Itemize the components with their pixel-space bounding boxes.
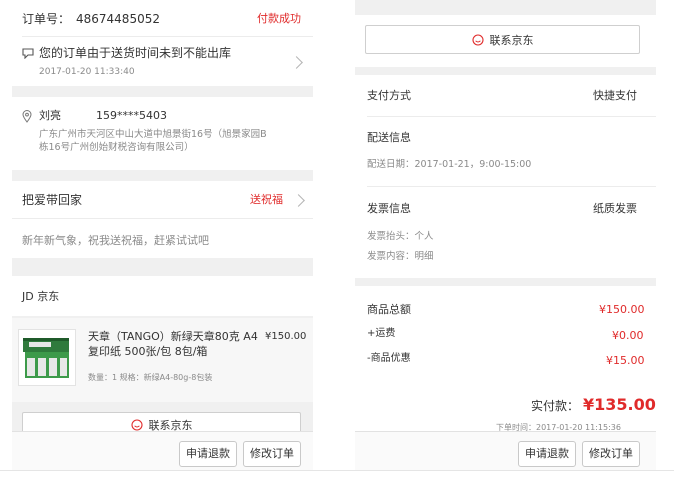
invoice-info-title: 发票信息 xyxy=(367,202,411,215)
invoice-header: 发票抬头：个人 xyxy=(367,231,434,242)
order-detail-screen-left: 订单号： 48674485052 付款成功 您的订单由于送货时间未到不能出库 2… xyxy=(12,0,313,470)
paid-label: 实付款： xyxy=(531,399,580,413)
send-blessing-link[interactable]: 送祝福 xyxy=(250,190,310,210)
blessing-description: 新年新气象，祝我送祝福，赶紧试试吧 xyxy=(22,234,209,247)
contact-block: 联系京东 xyxy=(355,15,656,67)
action-footer: 下单时间：2017-01-20 11:15:36 申请退款 修改订单 xyxy=(355,423,656,470)
summary-label-goods: 商品总额 xyxy=(367,303,411,316)
refund-button[interactable]: 申请退款 xyxy=(518,441,576,467)
blessing-title: 把爱带回家 xyxy=(22,193,83,207)
divider xyxy=(12,218,313,219)
shop-header: JD 京东 xyxy=(12,276,313,316)
product-title-line-2: 复印纸 500张/包 8包/箱 xyxy=(88,345,208,358)
blessing-block: 把爱带回家 送祝福 新年新气象，祝我送祝福，赶紧试试吧 xyxy=(12,181,313,258)
recipient-phone: 159****5403 xyxy=(96,109,167,122)
divider xyxy=(367,186,656,187)
summary-value-shipping: ¥0.00 xyxy=(612,329,644,342)
chevron-right-icon xyxy=(292,194,305,207)
summary-label-shipping: +运费 xyxy=(367,328,396,339)
price-summary-block: 商品总额 ¥150.00 +运费 ¥0.00 -商品优惠 ¥15.00 实付款：… xyxy=(355,286,656,432)
delivery-info-title: 配送信息 xyxy=(367,131,411,144)
order-number: 48674485052 xyxy=(76,12,160,26)
payment-method-label: 支付方式 xyxy=(367,89,411,102)
address-block: 刘亮 159****5403 广东广州市天河区中山大道中旭景街16号（旭景家园B… xyxy=(12,97,313,170)
message-icon xyxy=(22,48,34,59)
product-spec: 数量：1 规格：新绿A4-80g-8包装 xyxy=(88,373,213,382)
order-status: 付款成功 xyxy=(257,12,301,25)
bottom-edge-line xyxy=(0,470,674,471)
customer-service-icon xyxy=(130,419,143,431)
modify-order-button[interactable]: 修改订单 xyxy=(243,441,301,467)
order-info-block: 支付方式 快捷支付 配送信息 配送日期：2017-01-21，9:00-15:0… xyxy=(355,75,656,278)
product-thumbnail xyxy=(18,329,76,386)
contact-jd-label: 联系京东 xyxy=(489,33,534,47)
modify-order-button[interactable]: 修改订单 xyxy=(582,441,640,467)
order-detail-screen-right: 联系京东 支付方式 快捷支付 配送信息 配送日期：2017-01-21，9:00… xyxy=(355,0,656,470)
invoice-content: 发票内容：明细 xyxy=(367,251,434,262)
recipient-name: 刘亮 xyxy=(39,109,61,122)
address-line-2: 栋16号广州创始财税咨询有限公司） xyxy=(39,142,194,153)
order-time: 下单时间：2017-01-20 11:15:36 xyxy=(496,423,621,432)
payment-method-value: 快捷支付 xyxy=(593,89,637,102)
paid-amount: ¥135.00 xyxy=(583,395,656,414)
location-pin-icon xyxy=(22,110,32,123)
summary-value-discount: ¥15.00 xyxy=(606,354,645,367)
order-number-label: 订单号： xyxy=(22,12,71,26)
notice-time: 2017-01-20 11:33:40 xyxy=(39,67,135,77)
summary-label-discount: -商品优惠 xyxy=(367,353,411,364)
order-notice-row[interactable]: 您的订单由于送货时间未到不能出库 2017-01-20 11:33:40 xyxy=(12,37,313,86)
customer-service-icon xyxy=(471,33,484,46)
action-footer: 申请退款 修改订单 xyxy=(12,431,313,470)
address-line-1: 广东广州市天河区中山大道中旭景街16号（旭景家园B xyxy=(39,129,267,140)
divider xyxy=(367,116,656,117)
product-price: ¥150.00 xyxy=(265,331,307,342)
invoice-type: 纸质发票 xyxy=(593,202,637,215)
contact-jd-button[interactable]: 联系京东 xyxy=(365,25,640,54)
summary-value-goods: ¥150.00 xyxy=(599,303,645,316)
notice-text: 您的订单由于送货时间未到不能出库 xyxy=(39,46,232,60)
send-blessing-label: 送祝福 xyxy=(250,193,283,206)
shop-name: JD 京东 xyxy=(22,290,60,303)
order-header-block: 订单号： 48674485052 付款成功 您的订单由于送货时间未到不能出库 2… xyxy=(12,0,313,86)
product-title-line-1: 天章（TANGO）新绿天章80克 A4 xyxy=(88,330,258,343)
refund-button[interactable]: 申请退款 xyxy=(179,441,237,467)
product-item[interactable]: 天章（TANGO）新绿天章80克 A4 复印纸 500张/包 8包/箱 ¥150… xyxy=(12,318,313,402)
delivery-date: 配送日期：2017-01-21，9:00-15:00 xyxy=(367,159,532,170)
chevron-right-icon xyxy=(290,56,303,69)
